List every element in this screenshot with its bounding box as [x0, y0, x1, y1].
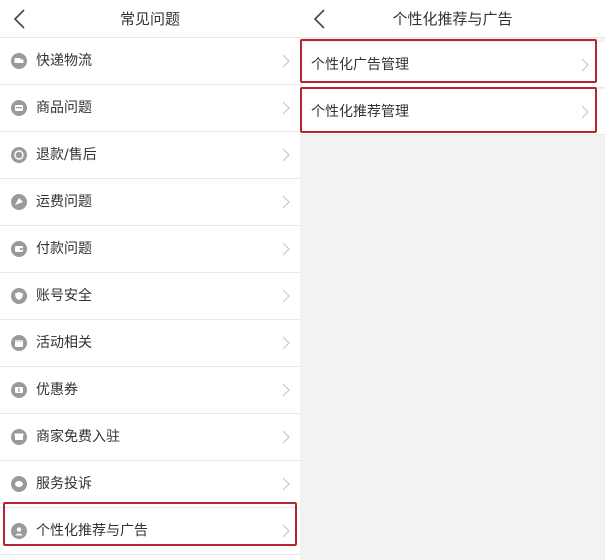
- chat-icon: [11, 476, 27, 492]
- faq-item-product[interactable]: 商品问题: [0, 85, 300, 132]
- chevron-right-icon: [282, 195, 290, 209]
- personalization-header: 个性化推荐与广告: [300, 0, 605, 38]
- faq-item-label: 商家免费入驻: [36, 429, 120, 445]
- coupon-icon: [11, 382, 27, 398]
- personalization-panel: 个性化推荐与广告 个性化广告管理 个性化推荐管理: [300, 0, 605, 560]
- settings-item-label: 个性化推荐管理: [311, 104, 409, 120]
- chevron-right-icon: [282, 101, 290, 115]
- faq-item-label: 退款/售后: [36, 147, 97, 163]
- faq-item-label: 活动相关: [36, 335, 92, 351]
- faq-item-label: 付款问题: [36, 241, 92, 257]
- faq-item-express[interactable]: 快递物流: [0, 38, 300, 85]
- chevron-right-icon: [581, 58, 589, 72]
- personalized-recommendation-management[interactable]: 个性化推荐管理: [300, 89, 605, 135]
- chevron-right-icon: [282, 477, 290, 491]
- chevron-right-icon: [282, 524, 290, 538]
- faq-panel: 常见问题 快递物流 商品问题 退款/售后 运费问题 付款问题 账号安全 活动相关…: [0, 0, 300, 560]
- chevron-right-icon: [282, 242, 290, 256]
- faq-item-label: 个性化推荐与广告: [36, 523, 148, 539]
- user-icon: [11, 523, 27, 539]
- page-title: 个性化推荐与广告: [392, 10, 513, 28]
- page-title: 常见问题: [119, 10, 180, 28]
- faq-item-coupon[interactable]: 优惠券: [0, 367, 300, 414]
- faq-item-complaint[interactable]: 服务投诉: [0, 461, 300, 508]
- shield-icon: [11, 288, 27, 304]
- faq-item-payment[interactable]: 付款问题: [0, 226, 300, 273]
- store-icon: [11, 429, 27, 445]
- faq-item-refund[interactable]: 退款/售后: [0, 132, 300, 179]
- faq-item-account-security[interactable]: 账号安全: [0, 273, 300, 320]
- refund-icon: [11, 147, 27, 163]
- chevron-right-icon: [282, 54, 290, 68]
- calendar-icon: [11, 335, 27, 351]
- chevron-right-icon: [282, 383, 290, 397]
- chevron-right-icon: [282, 148, 290, 162]
- chevron-right-icon: [282, 430, 290, 444]
- faq-item-activities[interactable]: 活动相关: [0, 320, 300, 367]
- faq-item-shipping-fee[interactable]: 运费问题: [0, 179, 300, 226]
- chevron-right-icon: [282, 289, 290, 303]
- wallet-icon: [11, 241, 27, 257]
- faq-item-label: 优惠券: [36, 382, 78, 398]
- faq-item-merchant-join[interactable]: 商家免费入驻: [0, 414, 300, 461]
- truck-icon: [11, 53, 27, 69]
- faq-item-label: 服务投诉: [36, 476, 92, 492]
- settings-item-label: 个性化广告管理: [311, 57, 409, 73]
- faq-header: 常见问题: [0, 0, 300, 38]
- product-icon: [11, 100, 27, 116]
- faq-list: 快递物流 商品问题 退款/售后 运费问题 付款问题 账号安全 活动相关 优惠券 …: [0, 38, 300, 555]
- faq-item-personalized-recommendation[interactable]: 个性化推荐与广告: [0, 508, 300, 555]
- shipping-fee-icon: [11, 194, 27, 210]
- faq-item-label: 运费问题: [36, 194, 92, 210]
- chevron-right-icon: [581, 105, 589, 119]
- chevron-right-icon: [282, 336, 290, 350]
- faq-item-label: 商品问题: [36, 100, 92, 116]
- faq-item-label: 账号安全: [36, 288, 92, 304]
- faq-item-label: 快递物流: [36, 53, 92, 69]
- personalized-ads-management[interactable]: 个性化广告管理: [300, 42, 605, 88]
